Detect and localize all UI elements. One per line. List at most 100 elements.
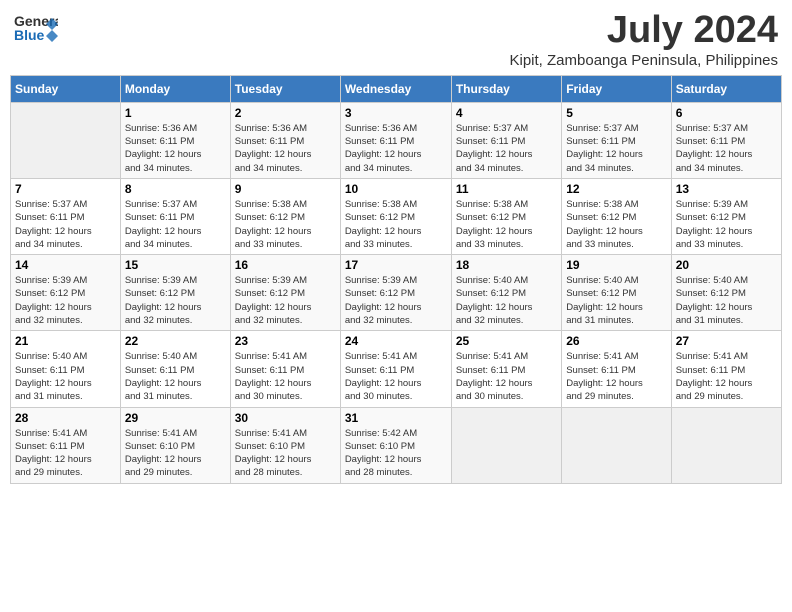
day-number: 30 xyxy=(235,411,336,425)
calendar-cell: 15 Sunrise: 5:39 AM Sunset: 6:12 PM Dayli… xyxy=(120,255,230,331)
day-number: 2 xyxy=(235,106,336,120)
day-info: Sunrise: 5:38 AM Sunset: 6:12 PM Dayligh… xyxy=(456,198,557,251)
day-number: 3 xyxy=(345,106,447,120)
calendar-cell: 26Sunrise: 5:41 AM Sunset: 6:11 PM Dayli… xyxy=(562,331,671,407)
calendar-cell: 5 Sunrise: 5:37 AM Sunset: 6:11 PM Daylig… xyxy=(562,102,671,178)
day-info: Sunrise: 5:38 AM Sunset: 6:12 PM Dayligh… xyxy=(345,198,447,251)
calendar-cell: 16 Sunrise: 5:39 AM Sunset: 6:12 PM Dayli… xyxy=(230,255,340,331)
calendar-cell: 22 Sunrise: 5:40 AM Sunset: 6:11 PM Dayli… xyxy=(120,331,230,407)
day-number: 25 xyxy=(456,334,557,348)
day-info: Sunrise: 5:40 AM Sunset: 6:11 PM Dayligh… xyxy=(15,350,116,403)
calendar-table: SundayMondayTuesdayWednesdayThursdayFrid… xyxy=(10,75,782,484)
day-info: Sunrise: 5:38 AM Sunset: 6:12 PM Dayligh… xyxy=(235,198,336,251)
day-number: 14 xyxy=(15,258,116,272)
calendar-cell: 18Sunrise: 5:40 AM Sunset: 6:12 PM Dayli… xyxy=(451,255,561,331)
calendar-cell: 13 Sunrise: 5:39 AM Sunset: 6:12 PM Dayli… xyxy=(671,178,781,254)
calendar-cell: 2Sunrise: 5:36 AM Sunset: 6:11 PM Daylig… xyxy=(230,102,340,178)
col-header-sunday: Sunday xyxy=(11,75,121,102)
calendar-cell: 17 Sunrise: 5:39 AM Sunset: 6:12 PM Dayli… xyxy=(340,255,451,331)
day-info: Sunrise: 5:41 AM Sunset: 6:11 PM Dayligh… xyxy=(456,350,557,403)
day-number: 26 xyxy=(566,334,666,348)
col-header-tuesday: Tuesday xyxy=(230,75,340,102)
day-number: 4 xyxy=(456,106,557,120)
day-number: 28 xyxy=(15,411,116,425)
calendar-cell: 23 Sunrise: 5:41 AM Sunset: 6:11 PM Dayli… xyxy=(230,331,340,407)
calendar-cell: 11 Sunrise: 5:38 AM Sunset: 6:12 PM Dayli… xyxy=(451,178,561,254)
calendar-cell: 9 Sunrise: 5:38 AM Sunset: 6:12 PM Daylig… xyxy=(230,178,340,254)
day-number: 17 xyxy=(345,258,447,272)
col-header-wednesday: Wednesday xyxy=(340,75,451,102)
day-info: Sunrise: 5:42 AM Sunset: 6:10 PM Dayligh… xyxy=(345,427,447,480)
page-header: General Blue July 2024 Kipit, Zamboanga … xyxy=(10,10,782,69)
day-number: 11 xyxy=(456,182,557,196)
day-number: 5 xyxy=(566,106,666,120)
day-info: Sunrise: 5:41 AM Sunset: 6:11 PM Dayligh… xyxy=(676,350,777,403)
day-info: Sunrise: 5:36 AM Sunset: 6:11 PM Dayligh… xyxy=(125,122,226,175)
day-info: Sunrise: 5:39 AM Sunset: 6:12 PM Dayligh… xyxy=(15,274,116,327)
calendar-cell xyxy=(11,102,121,178)
day-info: Sunrise: 5:37 AM Sunset: 6:11 PM Dayligh… xyxy=(566,122,666,175)
day-number: 10 xyxy=(345,182,447,196)
calendar-cell: 1 Sunrise: 5:36 AM Sunset: 6:11 PM Daylig… xyxy=(120,102,230,178)
day-number: 6 xyxy=(676,106,777,120)
calendar-cell: 20 Sunrise: 5:40 AM Sunset: 6:12 PM Dayli… xyxy=(671,255,781,331)
day-number: 27 xyxy=(676,334,777,348)
day-info: Sunrise: 5:40 AM Sunset: 6:11 PM Dayligh… xyxy=(125,350,226,403)
calendar-cell xyxy=(671,407,781,483)
calendar-cell: 30 Sunrise: 5:41 AM Sunset: 6:10 PM Dayli… xyxy=(230,407,340,483)
calendar-cell: 21 Sunrise: 5:40 AM Sunset: 6:11 PM Dayli… xyxy=(11,331,121,407)
week-row-5: 28 Sunrise: 5:41 AM Sunset: 6:11 PM Dayli… xyxy=(11,407,782,483)
day-number: 15 xyxy=(125,258,226,272)
calendar-cell: 19 Sunrise: 5:40 AM Sunset: 6:12 PM Dayli… xyxy=(562,255,671,331)
day-info: Sunrise: 5:38 AM Sunset: 6:12 PM Dayligh… xyxy=(566,198,666,251)
day-number: 9 xyxy=(235,182,336,196)
day-info: Sunrise: 5:39 AM Sunset: 6:12 PM Dayligh… xyxy=(125,274,226,327)
day-number: 12 xyxy=(566,182,666,196)
location-title: Kipit, Zamboanga Peninsula, Philippines xyxy=(510,52,779,69)
day-number: 23 xyxy=(235,334,336,348)
day-info: Sunrise: 5:39 AM Sunset: 6:12 PM Dayligh… xyxy=(235,274,336,327)
day-info: Sunrise: 5:37 AM Sunset: 6:11 PM Dayligh… xyxy=(456,122,557,175)
calendar-cell: 28 Sunrise: 5:41 AM Sunset: 6:11 PM Dayli… xyxy=(11,407,121,483)
title-block: July 2024 Kipit, Zamboanga Peninsula, Ph… xyxy=(510,10,779,69)
calendar-cell: 24Sunrise: 5:41 AM Sunset: 6:11 PM Dayli… xyxy=(340,331,451,407)
day-number: 22 xyxy=(125,334,226,348)
day-number: 16 xyxy=(235,258,336,272)
month-title: July 2024 xyxy=(510,10,779,52)
day-info: Sunrise: 5:39 AM Sunset: 6:12 PM Dayligh… xyxy=(345,274,447,327)
week-row-3: 14 Sunrise: 5:39 AM Sunset: 6:12 PM Dayli… xyxy=(11,255,782,331)
calendar-cell: 8Sunrise: 5:37 AM Sunset: 6:11 PM Daylig… xyxy=(120,178,230,254)
calendar-cell: 7 Sunrise: 5:37 AM Sunset: 6:11 PM Daylig… xyxy=(11,178,121,254)
day-info: Sunrise: 5:37 AM Sunset: 6:11 PM Dayligh… xyxy=(15,198,116,251)
day-number: 1 xyxy=(125,106,226,120)
day-info: Sunrise: 5:39 AM Sunset: 6:12 PM Dayligh… xyxy=(676,198,777,251)
day-number: 29 xyxy=(125,411,226,425)
day-number: 19 xyxy=(566,258,666,272)
calendar-cell: 31 Sunrise: 5:42 AM Sunset: 6:10 PM Dayli… xyxy=(340,407,451,483)
calendar-cell: 6 Sunrise: 5:37 AM Sunset: 6:11 PM Daylig… xyxy=(671,102,781,178)
calendar-cell: 29Sunrise: 5:41 AM Sunset: 6:10 PM Dayli… xyxy=(120,407,230,483)
calendar-cell xyxy=(451,407,561,483)
col-header-monday: Monday xyxy=(120,75,230,102)
day-info: Sunrise: 5:41 AM Sunset: 6:11 PM Dayligh… xyxy=(235,350,336,403)
day-info: Sunrise: 5:40 AM Sunset: 6:12 PM Dayligh… xyxy=(456,274,557,327)
svg-text:Blue: Blue xyxy=(14,27,45,43)
day-number: 20 xyxy=(676,258,777,272)
logo-icon: General Blue xyxy=(14,10,58,48)
day-info: Sunrise: 5:40 AM Sunset: 6:12 PM Dayligh… xyxy=(676,274,777,327)
day-info: Sunrise: 5:41 AM Sunset: 6:11 PM Dayligh… xyxy=(15,427,116,480)
day-info: Sunrise: 5:36 AM Sunset: 6:11 PM Dayligh… xyxy=(345,122,447,175)
calendar-cell: 4 Sunrise: 5:37 AM Sunset: 6:11 PM Daylig… xyxy=(451,102,561,178)
day-number: 21 xyxy=(15,334,116,348)
day-number: 24 xyxy=(345,334,447,348)
day-number: 13 xyxy=(676,182,777,196)
week-row-1: 1 Sunrise: 5:36 AM Sunset: 6:11 PM Daylig… xyxy=(11,102,782,178)
day-info: Sunrise: 5:37 AM Sunset: 6:11 PM Dayligh… xyxy=(676,122,777,175)
day-info: Sunrise: 5:40 AM Sunset: 6:12 PM Dayligh… xyxy=(566,274,666,327)
calendar-cell: 12 Sunrise: 5:38 AM Sunset: 6:12 PM Dayli… xyxy=(562,178,671,254)
day-number: 31 xyxy=(345,411,447,425)
day-info: Sunrise: 5:41 AM Sunset: 6:10 PM Dayligh… xyxy=(235,427,336,480)
calendar-cell: 10 Sunrise: 5:38 AM Sunset: 6:12 PM Dayli… xyxy=(340,178,451,254)
day-number: 7 xyxy=(15,182,116,196)
calendar-cell: 3 Sunrise: 5:36 AM Sunset: 6:11 PM Daylig… xyxy=(340,102,451,178)
